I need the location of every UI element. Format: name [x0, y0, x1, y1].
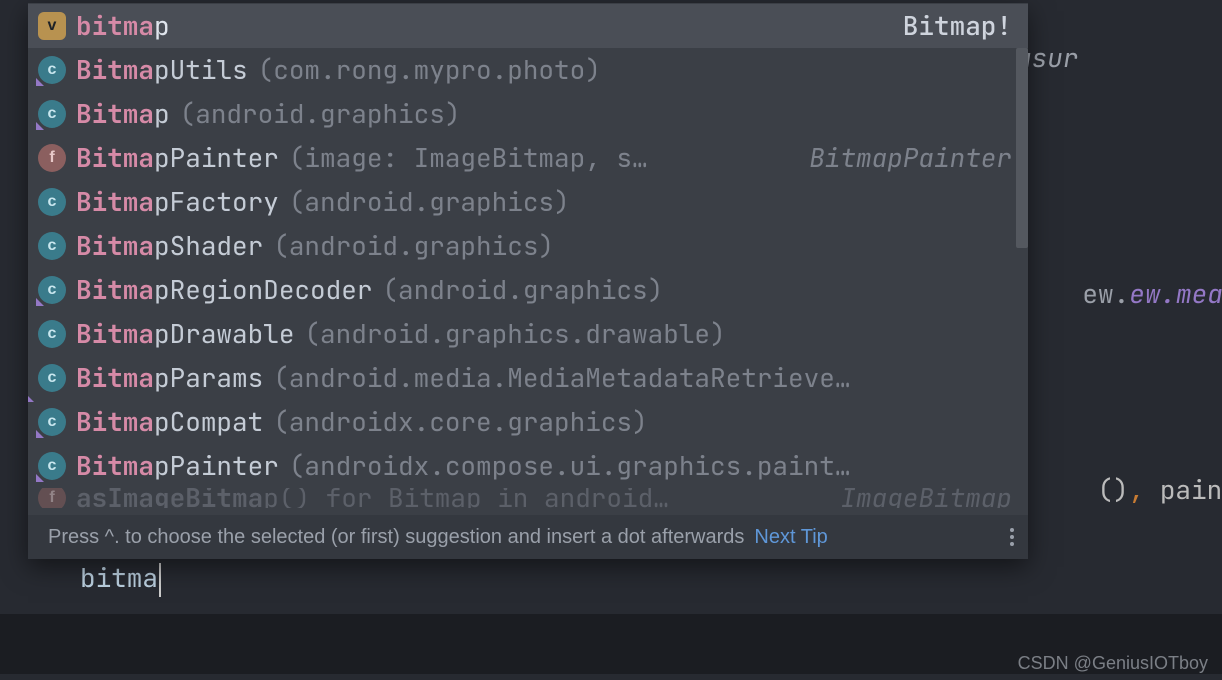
suggestion-name: BitmapParams — [76, 356, 263, 400]
autocomplete-item[interactable]: c BitmapParams(android.media.MediaMetadat… — [28, 356, 1028, 400]
suggestion-name: BitmapUtils — [76, 48, 248, 92]
autocomplete-popup[interactable]: vbitmap Bitmap! c BitmapUtils(com.rong.mypr… — [28, 3, 1028, 559]
class-icon: c — [38, 364, 66, 392]
suggestion-name: BitmapShader — [76, 224, 263, 268]
suggestion-type: BitmapPainter — [809, 136, 1012, 180]
autocomplete-item[interactable]: vbitmap Bitmap! — [28, 4, 1028, 48]
suggestion-location: (android.media.MediaMetadataRetrieve… — [273, 356, 850, 400]
class-icon: c — [38, 408, 66, 436]
class-icon: c — [38, 452, 66, 480]
autocomplete-item[interactable]: c BitmapFactory(android.graphics) — [28, 180, 1028, 224]
class-icon: c — [38, 320, 66, 348]
autocomplete-footer: Press ^. to choose the selected (or firs… — [28, 515, 1028, 559]
typed-text: bitma — [80, 560, 161, 597]
text-caret — [159, 563, 161, 597]
scrollbar-thumb[interactable] — [1016, 48, 1028, 248]
more-options-icon[interactable] — [1010, 528, 1014, 546]
autocomplete-item[interactable]: f asImageBitmap() for Bitmap in android… I… — [28, 488, 1028, 508]
function-icon: f — [38, 144, 66, 172]
autocomplete-item[interactable]: fBitmapPainter(image: ImageBitmap, s…Bit… — [28, 136, 1028, 180]
suggestion-name: bitmap — [76, 4, 170, 48]
suggestion-location: (android.graphics) — [289, 180, 570, 224]
suggestion-type: Bitmap! — [903, 4, 1012, 48]
autocomplete-item[interactable]: c BitmapCompat(androidx.core.graphics) — [28, 400, 1028, 444]
suggestion-location: (android.graphics) — [180, 92, 461, 136]
autocomplete-item[interactable]: c BitmapDrawable(android.graphics.drawabl… — [28, 312, 1028, 356]
suggestion-name: Bitmap — [76, 92, 170, 136]
suggestion-location: (android.graphics) — [273, 224, 554, 268]
suggestion-location: (androidx.compose.ui.graphics.paint… — [289, 444, 851, 488]
suggestion-location: (androidx.core.graphics) — [273, 400, 647, 444]
suggestion-location: (android.graphics.drawable) — [304, 312, 725, 356]
autocomplete-item[interactable]: c BitmapShader(android.graphics) — [28, 224, 1028, 268]
suggestion-location: (android.graphics) — [382, 268, 663, 312]
watermark-text: CSDN @GeniusIOTboy — [1018, 653, 1208, 674]
suggestion-name: asImageBitmap() for Bitmap in android… — [76, 488, 669, 508]
suggestion-name: BitmapPainter — [76, 136, 279, 180]
class-icon: c — [38, 188, 66, 216]
next-tip-link[interactable]: Next Tip — [754, 526, 827, 549]
class-icon: c — [38, 56, 66, 84]
suggestion-name: BitmapRegionDecoder — [76, 268, 372, 312]
code-fragment: ew.ew.measured — [1020, 228, 1222, 360]
autocomplete-list[interactable]: vbitmap Bitmap! c BitmapUtils(com.rong.mypr… — [28, 4, 1028, 515]
suggestion-name: BitmapDrawable — [76, 312, 294, 356]
class-icon: c — [38, 100, 66, 128]
function-icon: f — [38, 488, 66, 508]
suggestion-name: BitmapFactory — [76, 180, 279, 224]
autocomplete-item[interactable]: c BitmapPainter(androidx.compose.ui.graph… — [28, 444, 1028, 488]
class-icon: c — [38, 232, 66, 260]
suggestion-location: (image: ImageBitmap, s… — [289, 136, 648, 180]
class-icon: c — [38, 276, 66, 304]
variable-icon: v — [38, 12, 66, 40]
suggestion-name: BitmapPainter — [76, 444, 279, 488]
autocomplete-item[interactable]: c BitmapRegionDecoder(android.graphics) — [28, 268, 1028, 312]
suggestion-name: BitmapCompat — [76, 400, 263, 444]
suggestion-type: ImageBitmap — [840, 488, 1012, 508]
footer-tip-text: Press ^. to choose the selected (or firs… — [48, 526, 744, 549]
autocomplete-item[interactable]: c BitmapUtils(com.rong.mypro.photo) — [28, 48, 1028, 92]
autocomplete-item[interactable]: c Bitmap(android.graphics) — [28, 92, 1028, 136]
code-fragment: (), paint) — [1035, 424, 1222, 556]
suggestion-location: (com.rong.mypro.photo) — [258, 48, 601, 92]
